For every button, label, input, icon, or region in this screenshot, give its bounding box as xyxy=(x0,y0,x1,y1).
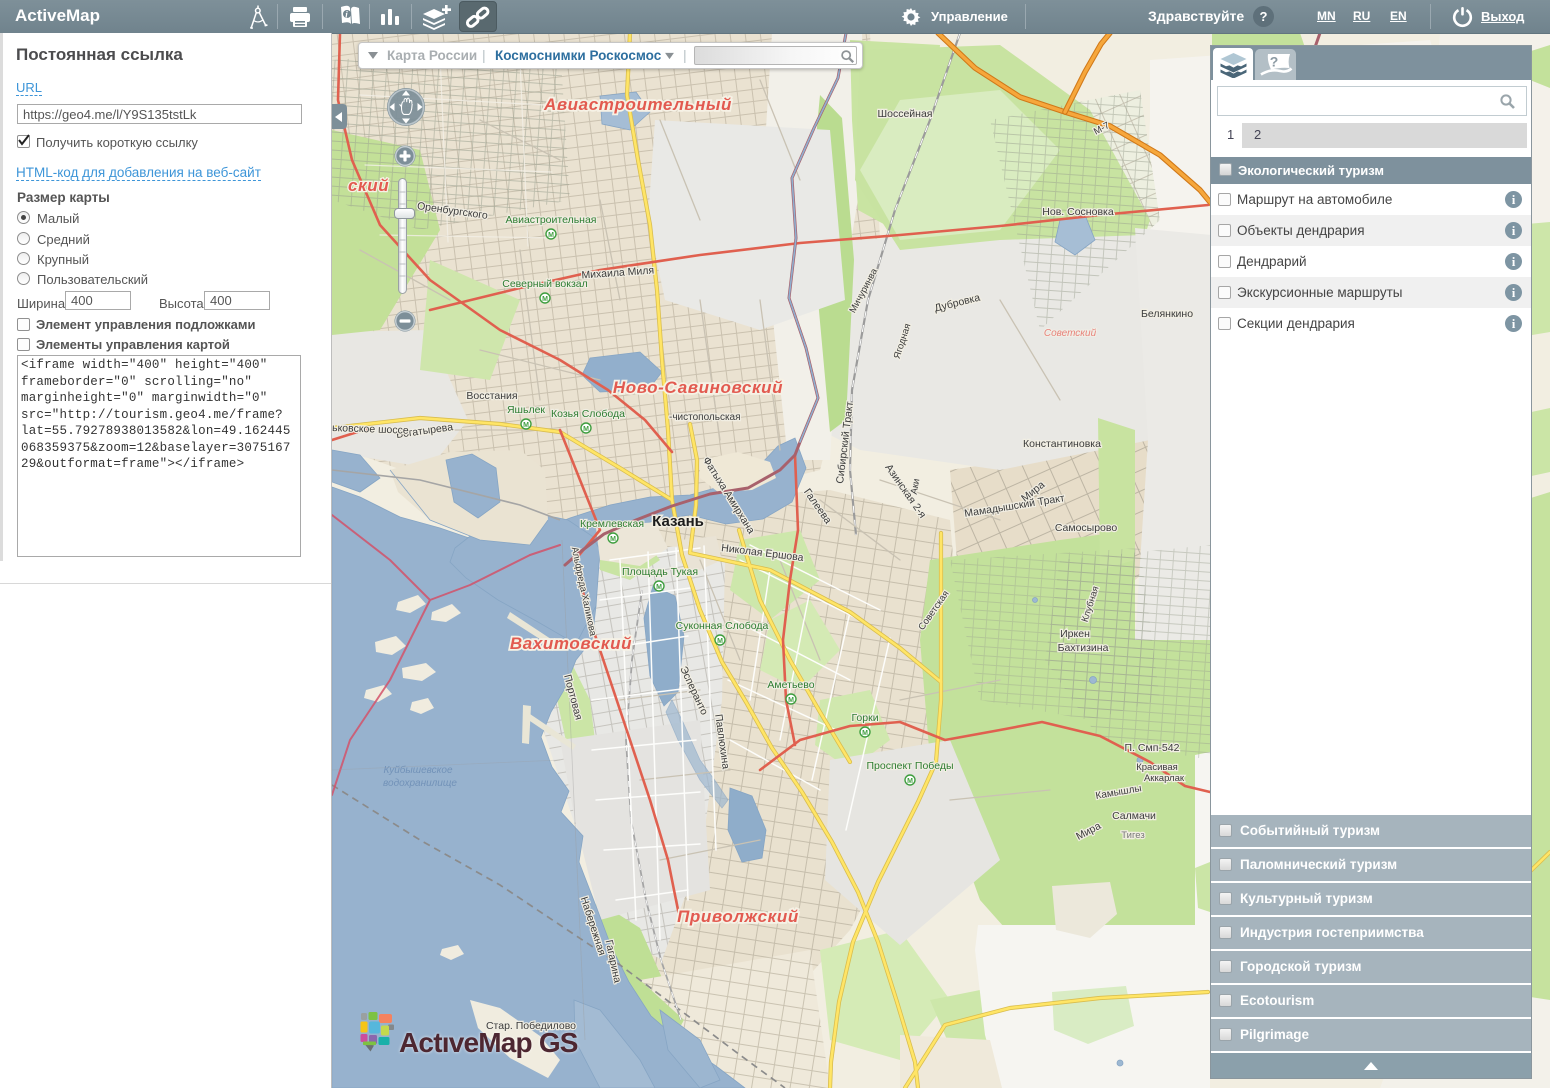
svg-text:Горки: Горки xyxy=(851,712,878,724)
svg-text:М: М xyxy=(788,697,794,704)
svg-text:Приволжский: Приволжский xyxy=(677,907,799,926)
svg-text:Салмачи: Салмачи xyxy=(1112,810,1156,822)
svg-text:водохранилище: водохранилище xyxy=(383,778,457,789)
svg-text:Аккарлак: Аккарлак xyxy=(1144,773,1185,784)
svg-text:Ново-Савиновский: Ново-Савиновский xyxy=(613,378,783,397)
svg-text:М: М xyxy=(656,584,662,591)
svg-text:Проспект Победы: Проспект Победы xyxy=(866,760,953,772)
svg-text:М: М xyxy=(542,296,548,303)
svg-text:Советский: Советский xyxy=(1044,328,1097,339)
svg-text:М: М xyxy=(583,426,589,433)
svg-text:Авиастроительная: Авиастроительная xyxy=(506,214,597,226)
svg-text:М: М xyxy=(548,232,554,239)
svg-text:Куйбышевское: Куйбышевское xyxy=(383,764,452,776)
svg-text:Вахитовский: Вахитовский xyxy=(510,634,632,653)
svg-text:М: М xyxy=(523,422,529,429)
svg-text:Авиастроительный: Авиастроительный xyxy=(543,95,732,114)
svg-text:Красивая: Красивая xyxy=(1136,762,1178,773)
svg-text:Константиновка: Константиновка xyxy=(1023,438,1101,450)
svg-text:Яшьлек: Яшьлек xyxy=(507,404,545,416)
svg-text:Шоссейная: Шоссейная xyxy=(878,108,933,120)
svg-text:Бахтизина: Бахтизина xyxy=(1058,642,1109,654)
svg-text:Нов. Сосновка: Нов. Сосновка xyxy=(1042,206,1114,218)
svg-text:М: М xyxy=(907,778,913,785)
svg-text:П. Смп-542: П. Смп-542 xyxy=(1125,742,1180,754)
svg-text:Самосырово: Самосырово xyxy=(1055,522,1118,534)
svg-text:Площадь Тукая: Площадь Тукая xyxy=(622,566,698,578)
svg-text:Тигез: Тигез xyxy=(1121,830,1144,841)
svg-text:Кремлевская: Кремлевская xyxy=(580,518,644,530)
svg-text:М: М xyxy=(717,638,723,645)
svg-text:Белянкино: Белянкино xyxy=(1141,308,1193,320)
svg-text:Иркен: Иркен xyxy=(1060,628,1090,640)
svg-text:Суконная Слобода: Суконная Слобода xyxy=(676,620,769,632)
svg-text:М: М xyxy=(862,730,868,737)
svg-text:Козья Слобода: Козья Слобода xyxy=(551,408,625,420)
svg-text:Казань: Казань xyxy=(652,513,704,530)
svg-text:ский: ский xyxy=(348,176,389,195)
svg-text:М: М xyxy=(610,536,616,543)
svg-text:Северный вокзал: Северный вокзал xyxy=(502,278,587,290)
svg-text:Восстания: Восстания xyxy=(466,390,517,402)
svg-text:?: ? xyxy=(1270,54,1279,70)
svg-text:Аметьево: Аметьево xyxy=(767,679,814,691)
svg-text:-чистопольская: -чистопольская xyxy=(669,412,741,423)
